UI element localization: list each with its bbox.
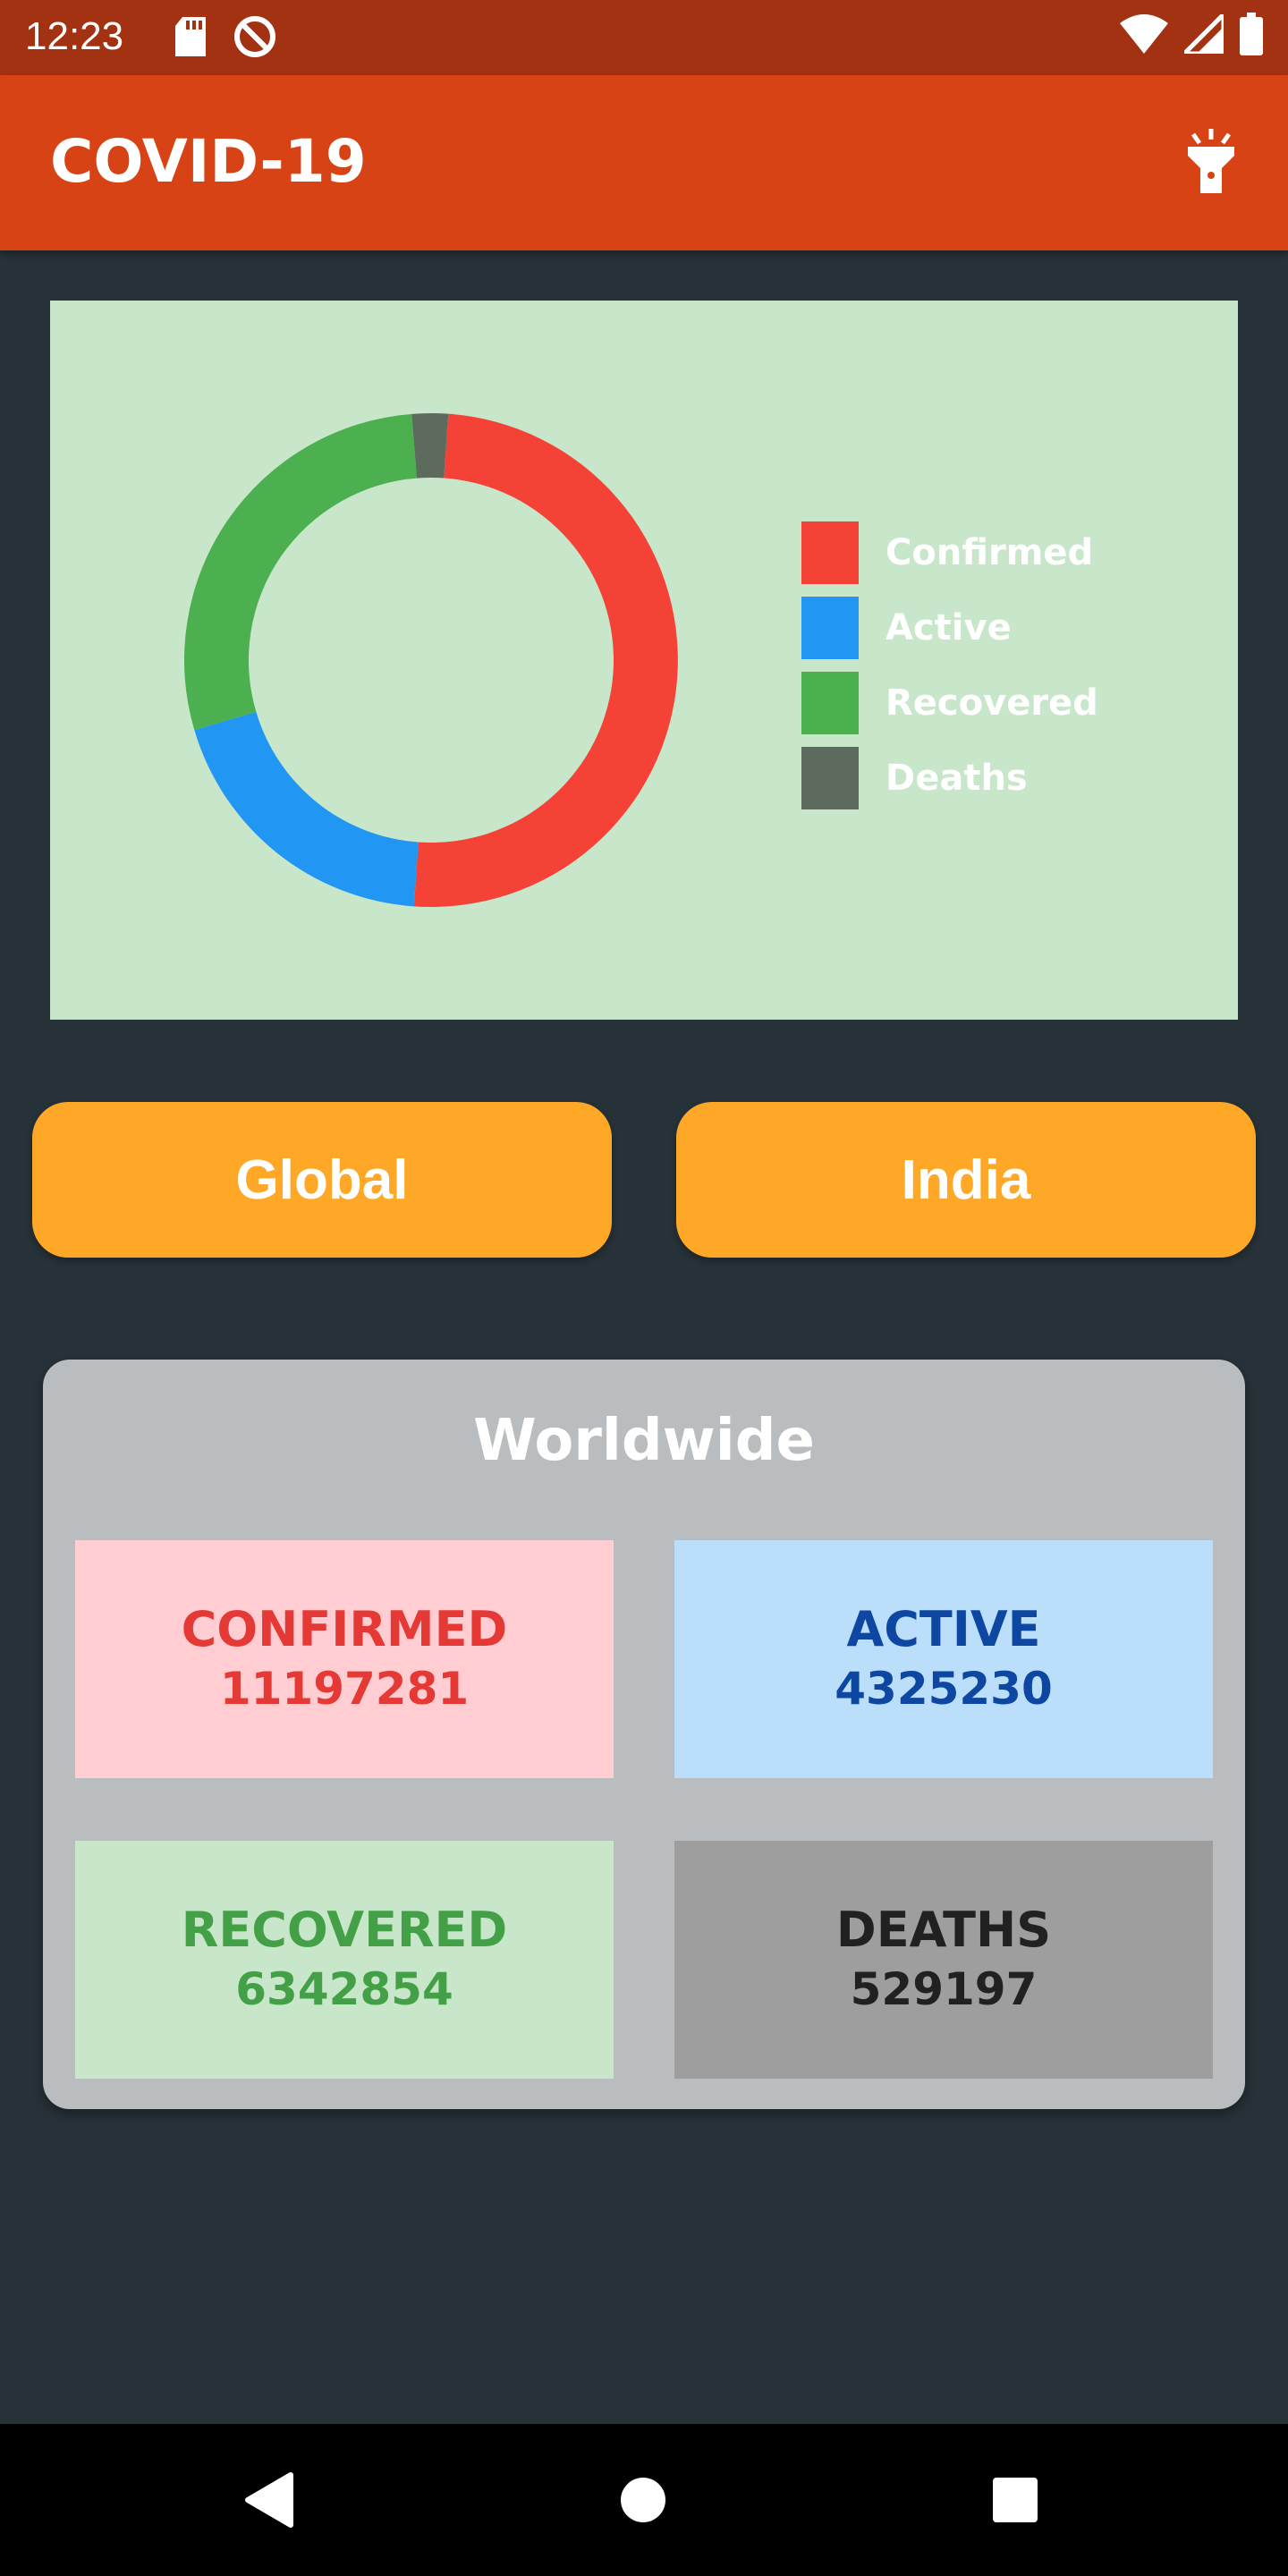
legend-swatch [801,597,859,659]
global-button[interactable]: Global [32,1102,612,1258]
sd-card-icon [175,17,208,60]
deaths-box: DEATHS 529197 [674,1841,1213,2079]
back-icon [244,2471,294,2532]
legend-item-recovered: Recovered [801,665,1098,741]
legend-label: Active [886,607,1012,648]
recovered-box: RECOVERED 6342854 [75,1841,614,2079]
chart-card: Confirmed Active Recovered Deaths [50,301,1238,1020]
legend-label: Confirmed [886,532,1094,573]
recovered-label: RECOVERED [181,1902,508,1958]
legend-swatch [801,521,859,584]
donut-slice-recovered [184,413,417,731]
recovered-value: 6342854 [235,1963,453,2015]
wifi-icon [1120,14,1168,57]
app-title: COVID-19 [50,127,367,196]
legend-item-deaths: Deaths [801,741,1098,816]
recents-button[interactable] [975,2462,1055,2542]
navigation-bar [0,2424,1288,2576]
legend-label: Deaths [886,758,1028,799]
donut-slice-active [194,711,419,907]
confirmed-label: CONFIRMED [181,1601,508,1657]
home-icon [620,2477,666,2527]
status-time: 12:23 [25,14,124,58]
stats-card: Worldwide CONFIRMED 11197281 ACTIVE 4325… [43,1360,1245,2109]
active-box: ACTIVE 4325230 [674,1540,1213,1778]
donut-slice-confirmed [413,413,678,907]
status-bar: 12:23 [0,0,1288,75]
legend-item-active: Active [801,590,1098,665]
legend-label: Recovered [886,682,1098,724]
signal-icon [1178,8,1226,57]
confirmed-value: 11197281 [219,1663,470,1715]
india-button[interactable]: India [676,1102,1256,1258]
legend-swatch [801,672,859,734]
deaths-label: DEATHS [835,1902,1052,1958]
home-button[interactable] [603,2462,683,2542]
active-label: ACTIVE [846,1601,1041,1657]
stats-heading: Worldwide [473,1408,815,1474]
recents-icon [992,2477,1038,2527]
legend-swatch [801,747,859,809]
active-value: 4325230 [835,1663,1053,1715]
app-bar: COVID-19 [0,75,1288,250]
confirmed-box: CONFIRMED 11197281 [75,1540,614,1778]
deaths-value: 529197 [850,1963,1038,2015]
flashlight-icon [1184,129,1238,197]
chart-legend: Confirmed Active Recovered Deaths [801,515,1098,816]
flashlight-button[interactable] [1174,125,1249,200]
legend-item-confirmed: Confirmed [801,515,1098,590]
donut-slice-deaths [411,413,449,479]
battery-icon [1240,13,1263,59]
no-disturb-icon [233,14,277,63]
back-button[interactable] [229,2462,309,2542]
